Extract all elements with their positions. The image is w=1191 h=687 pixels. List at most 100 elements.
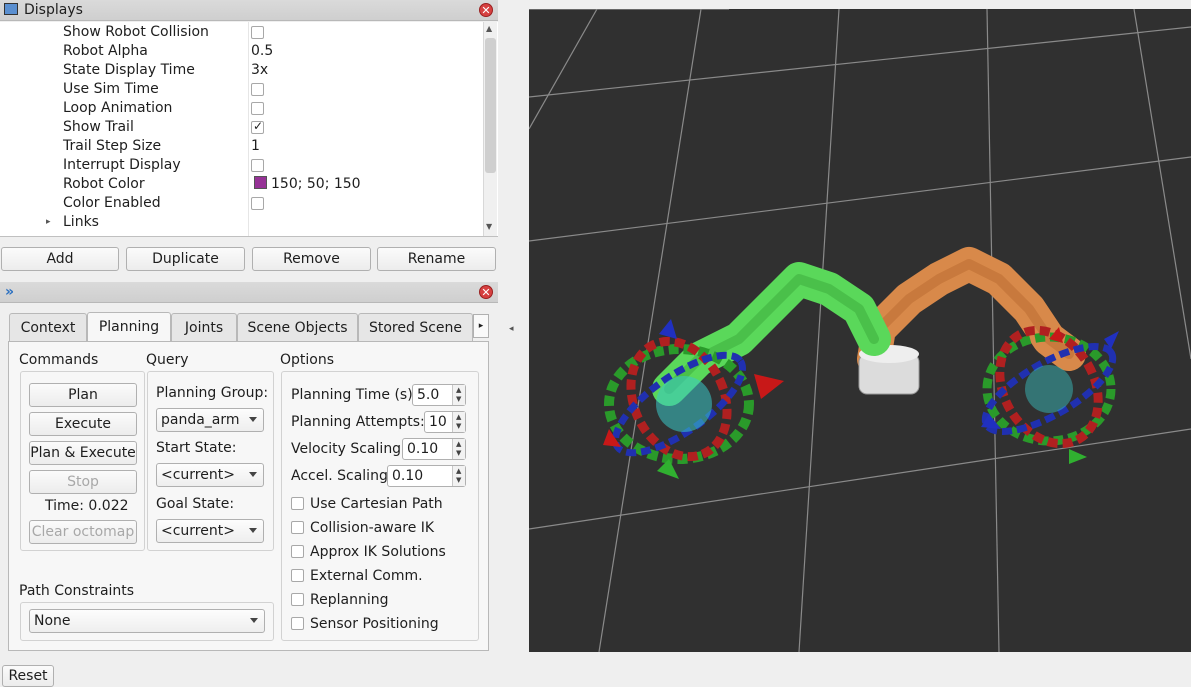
property-row[interactable]: Color Enabled bbox=[0, 194, 483, 213]
checkbox[interactable] bbox=[291, 520, 304, 534]
property-name: Robot Alpha bbox=[63, 43, 148, 59]
checkbox[interactable] bbox=[251, 101, 264, 115]
tab-planning[interactable]: Planning bbox=[87, 312, 171, 341]
execute-button[interactable]: Execute bbox=[29, 412, 137, 436]
remove-button[interactable]: Remove bbox=[252, 247, 371, 271]
motion-panel-titlebar: » ✕ bbox=[0, 282, 498, 303]
splitter-handle-icon[interactable]: ◂ bbox=[509, 324, 514, 334]
path-constraints-select[interactable]: None bbox=[29, 609, 265, 633]
planning-group-select[interactable]: panda_arm bbox=[156, 408, 264, 432]
start-state-select[interactable]: <current> bbox=[156, 463, 264, 487]
stop-button[interactable]: Stop bbox=[29, 470, 137, 494]
property-row[interactable]: Interrupt Display bbox=[0, 156, 483, 175]
checkbox[interactable] bbox=[291, 568, 304, 582]
property-scrollbar[interactable]: ▲ ▼ bbox=[483, 22, 497, 236]
plan-button[interactable]: Plan bbox=[29, 383, 137, 407]
property-row[interactable]: ▸ Links bbox=[0, 213, 483, 232]
option-checkbox-row[interactable]: Approx IK Solutions bbox=[291, 542, 446, 562]
commands-group: Plan Execute Plan & Execute Stop Time: 0… bbox=[20, 371, 145, 551]
plan-execute-button[interactable]: Plan & Execute bbox=[29, 441, 137, 465]
property-row[interactable]: Trail Step Size 1 bbox=[0, 137, 483, 156]
property-row[interactable]: Robot Color 150; 50; 150 bbox=[0, 175, 483, 194]
spin-up-icon[interactable]: ▲ bbox=[456, 387, 461, 394]
property-name: Robot Color bbox=[63, 176, 145, 192]
spin-down-icon[interactable]: ▼ bbox=[456, 423, 461, 430]
property-row[interactable]: Show Robot Collision bbox=[0, 23, 483, 42]
spin-down-icon[interactable]: ▼ bbox=[456, 477, 461, 484]
planning-attempts-spinbox[interactable]: 10 ▲ ▼ bbox=[424, 411, 466, 433]
tab-joints[interactable]: Joints bbox=[171, 313, 237, 341]
tab-context[interactable]: Context bbox=[9, 313, 87, 341]
property-checkbox[interactable]: ✓ bbox=[251, 118, 264, 137]
displays-close-icon[interactable]: ✕ bbox=[479, 3, 493, 17]
spin-down-icon[interactable]: ▼ bbox=[456, 396, 461, 403]
property-row[interactable]: Loop Animation bbox=[0, 99, 483, 118]
property-row[interactable]: Robot Alpha 0.5 bbox=[0, 42, 483, 61]
property-row[interactable]: Show Trail ✓ bbox=[0, 118, 483, 137]
property-name: Color Enabled bbox=[63, 195, 161, 211]
checkbox[interactable] bbox=[251, 82, 264, 96]
option-checkbox-row[interactable]: Replanning bbox=[291, 590, 388, 610]
spin-down-icon[interactable]: ▼ bbox=[456, 450, 461, 457]
property-checkbox[interactable] bbox=[251, 194, 264, 213]
color-value-text: 150; 50; 150 bbox=[271, 176, 361, 192]
option-checkbox-row[interactable]: Sensor Positioning bbox=[291, 614, 439, 634]
planning-time-spinbox[interactable]: 5.0 ▲ ▼ bbox=[412, 384, 466, 406]
checkbox[interactable] bbox=[291, 544, 304, 558]
velocity-scaling-spinbox[interactable]: 0.10 ▲ ▼ bbox=[402, 438, 466, 460]
rename-button[interactable]: Rename bbox=[377, 247, 496, 271]
property-value: 1 bbox=[251, 138, 260, 154]
checkbox[interactable] bbox=[251, 158, 264, 172]
clear-octomap-button[interactable]: Clear octomap bbox=[29, 520, 137, 544]
tab-stored-scene[interactable]: Stored Scene bbox=[358, 313, 473, 341]
path-constraints-value: None bbox=[34, 613, 71, 629]
checkbox[interactable] bbox=[251, 25, 264, 39]
spin-up-icon[interactable]: ▲ bbox=[456, 441, 461, 448]
planning-time-value: 5.0 bbox=[417, 387, 440, 403]
goal-state-value: <current> bbox=[161, 523, 235, 539]
duplicate-button[interactable]: Duplicate bbox=[126, 247, 245, 271]
motion-panel-close-icon[interactable]: ✕ bbox=[479, 285, 493, 299]
velocity-scaling-label: Velocity Scaling: bbox=[291, 441, 406, 457]
option-checkbox-row[interactable]: Collision-aware IK bbox=[291, 518, 434, 538]
option-checkbox-label: Approx IK Solutions bbox=[310, 544, 446, 560]
options-heading: Options bbox=[280, 352, 335, 368]
expand-arrow-icon[interactable]: ▸ bbox=[46, 213, 51, 232]
property-name: Show Trail bbox=[63, 119, 134, 135]
property-value: 0.5 bbox=[251, 43, 274, 59]
option-checkbox-label: Collision-aware IK bbox=[310, 520, 435, 536]
path-constraints-heading: Path Constraints bbox=[19, 583, 135, 599]
expand-icon[interactable]: » bbox=[5, 284, 14, 300]
rviz-3d-viewport[interactable] bbox=[529, 9, 1191, 652]
goal-state-select[interactable]: <current> bbox=[156, 519, 264, 543]
checkbox[interactable] bbox=[291, 496, 304, 510]
reset-button[interactable]: Reset bbox=[2, 665, 54, 687]
checkbox[interactable] bbox=[291, 616, 304, 630]
property-row[interactable]: State Display Time 3x bbox=[0, 61, 483, 80]
scrollbar-thumb[interactable] bbox=[485, 38, 496, 173]
spin-up-icon[interactable]: ▲ bbox=[456, 414, 461, 421]
chevron-down-icon bbox=[249, 472, 257, 477]
property-checkbox[interactable] bbox=[251, 80, 264, 99]
start-state-value: <current> bbox=[161, 467, 235, 483]
planning-group-label: Planning Group: bbox=[156, 385, 269, 401]
color-swatch[interactable] bbox=[254, 176, 267, 189]
property-checkbox[interactable] bbox=[251, 99, 264, 118]
add-button[interactable]: Add bbox=[1, 247, 119, 271]
property-checkbox[interactable] bbox=[251, 156, 264, 175]
displays-titlebar: Displays ✕ bbox=[0, 0, 498, 21]
displays-title: Displays bbox=[24, 2, 83, 18]
accel-scaling-value: 0.10 bbox=[392, 468, 424, 484]
chevron-down-icon bbox=[250, 618, 258, 623]
checkbox[interactable] bbox=[291, 592, 304, 606]
spin-up-icon[interactable]: ▲ bbox=[456, 468, 461, 475]
tab-scene-objects[interactable]: Scene Objects bbox=[237, 313, 358, 341]
accel-scaling-spinbox[interactable]: 0.10 ▲ ▼ bbox=[387, 465, 466, 487]
checkbox[interactable]: ✓ bbox=[251, 119, 264, 134]
option-checkbox-row[interactable]: Use Cartesian Path bbox=[291, 494, 443, 514]
tab-scroll-right-icon[interactable]: ▸ bbox=[473, 314, 489, 338]
checkbox[interactable] bbox=[251, 196, 264, 210]
option-checkbox-row[interactable]: External Comm. bbox=[291, 566, 423, 586]
property-row[interactable]: Use Sim Time bbox=[0, 80, 483, 99]
property-checkbox[interactable] bbox=[251, 23, 264, 42]
